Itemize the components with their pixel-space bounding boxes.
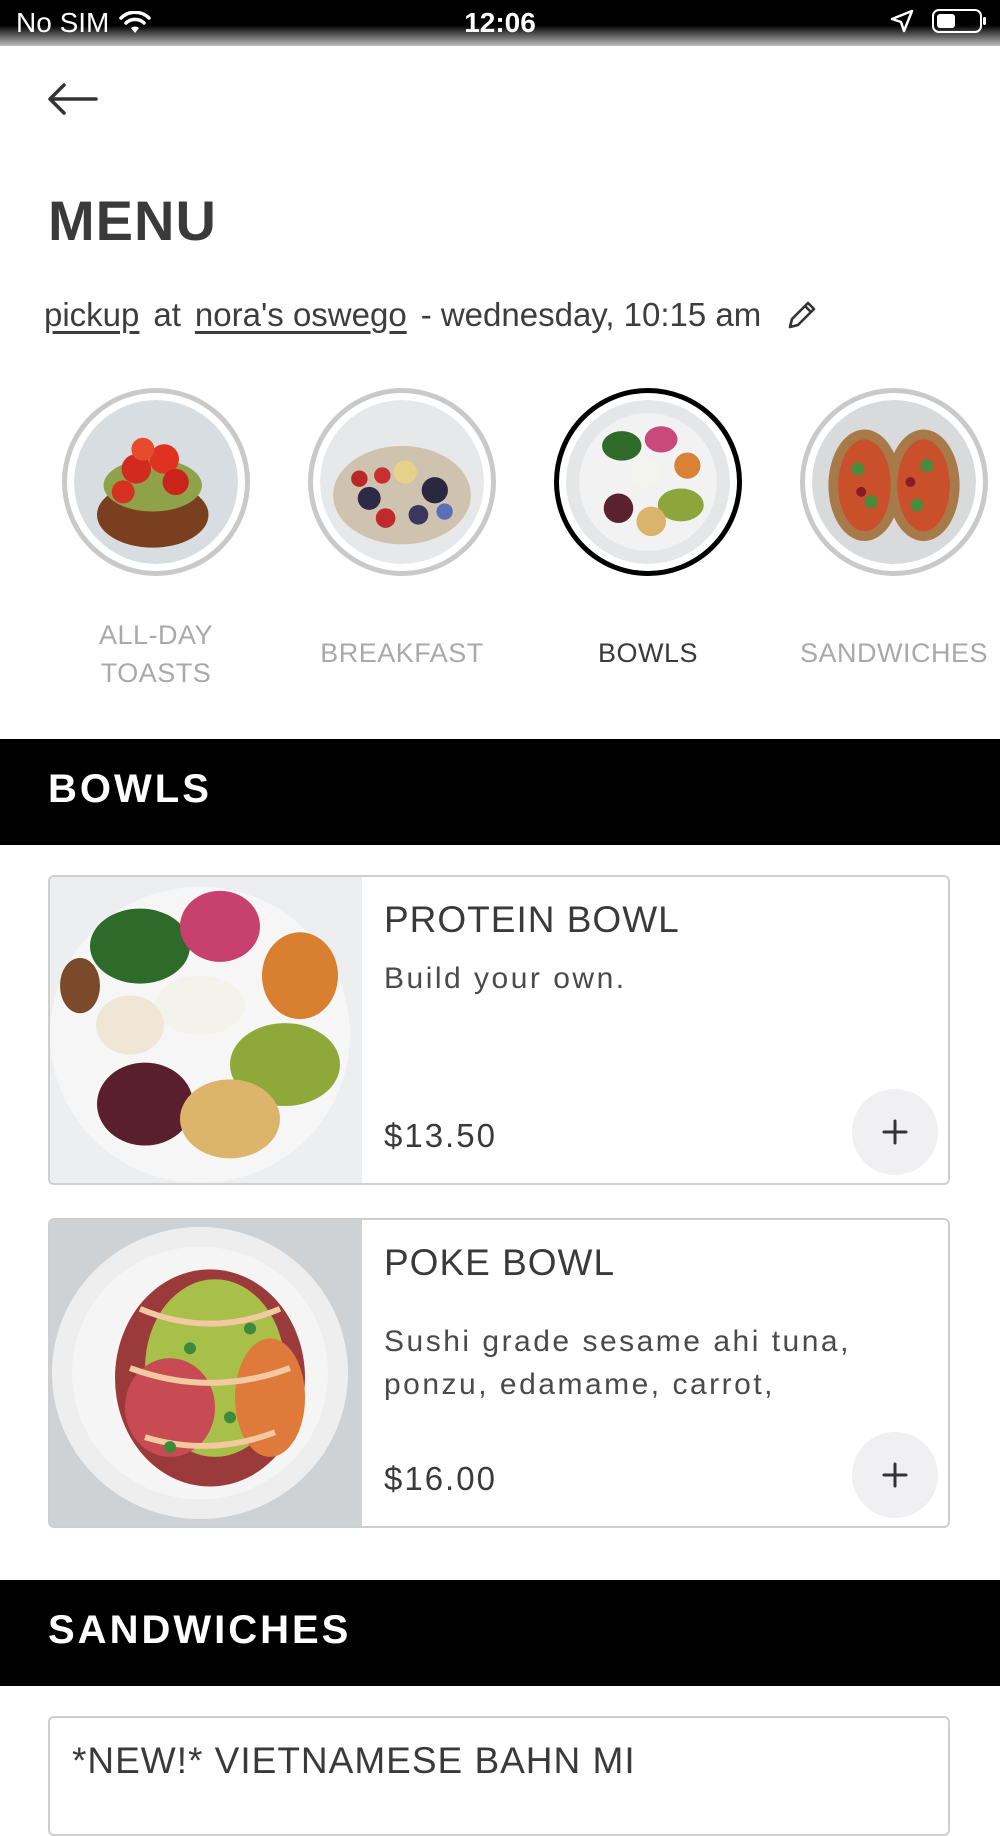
clock: 12:06 xyxy=(464,7,536,38)
breakfast-photo xyxy=(320,400,484,564)
category-image-ring xyxy=(62,388,250,576)
category-label: BOWLS xyxy=(550,634,746,672)
order-details: pickup at nora's oswego - wednesday, 10:… xyxy=(44,296,819,334)
item-price: $13.50 xyxy=(384,1117,497,1154)
item-name: PROTEIN BOWL xyxy=(384,899,680,940)
protein-bowl-photo xyxy=(50,877,362,1183)
plus-icon xyxy=(882,1462,908,1488)
order-time-text: - wednesday, 10:15 am xyxy=(420,296,762,333)
section-header-sandwiches: SANDWICHES xyxy=(0,1580,1000,1686)
category-label: ALL-DAY TOASTS xyxy=(58,616,254,692)
menu-item-protein-bowl[interactable]: PROTEIN BOWL Build your own. $13.50 xyxy=(48,875,950,1185)
category-label-line: ALL-DAY TOASTS xyxy=(98,620,214,688)
menu-item-vietnamese-bahn-mi[interactable]: *NEW!* VIETNAMESE BAHN MI xyxy=(48,1716,950,1836)
poke-bowl-photo xyxy=(50,1220,362,1526)
category-label-line: SANDWICHES xyxy=(799,638,988,668)
category-bowls[interactable]: BOWLS xyxy=(550,388,746,672)
category-label-line: BOWLS xyxy=(597,638,699,668)
status-right xyxy=(890,9,986,33)
item-description: Sushi grade sesame ahi tuna, ponzu, edam… xyxy=(384,1325,851,1401)
category-image-ring xyxy=(554,388,742,576)
category-all-day-toasts[interactable]: ALL-DAY TOASTS xyxy=(58,388,254,692)
category-label-line: BREAKFAST xyxy=(320,638,484,668)
category-image-ring xyxy=(308,388,496,576)
back-arrow-icon[interactable] xyxy=(46,82,98,116)
add-item-button[interactable] xyxy=(852,1432,938,1518)
pencil-icon[interactable] xyxy=(785,298,819,332)
menu-item-poke-bowl[interactable]: POKE BOWL Sushi grade sesame ahi tuna, p… xyxy=(48,1218,950,1528)
order-mode-link[interactable]: pickup xyxy=(44,296,139,334)
order-at-text: at xyxy=(153,296,181,333)
item-name: POKE BOWL xyxy=(384,1242,616,1283)
status-bar: No SIM 12:06 xyxy=(0,0,1000,46)
category-breakfast[interactable]: BREAKFAST xyxy=(304,388,500,672)
bowls-photo xyxy=(566,400,730,564)
toast-photo xyxy=(74,400,238,564)
plus-icon xyxy=(882,1119,908,1145)
category-sandwiches[interactable]: SANDWICHES xyxy=(796,388,992,672)
page-title: MENU xyxy=(48,189,217,252)
category-label: BREAKFAST xyxy=(304,634,500,672)
location-arrow-icon xyxy=(890,9,914,33)
item-description: Build your own. xyxy=(384,962,627,995)
location-link[interactable]: nora's oswego xyxy=(195,296,407,334)
item-name: *NEW!* VIETNAMESE BAHN MI xyxy=(72,1740,636,1781)
category-label: SANDWICHES xyxy=(796,634,992,672)
battery-icon xyxy=(932,9,986,33)
section-title: SANDWICHES xyxy=(48,1608,352,1652)
add-item-button[interactable] xyxy=(852,1089,938,1175)
section-header-bowls: BOWLS xyxy=(0,739,1000,845)
item-price: $16.00 xyxy=(384,1460,497,1497)
section-title: BOWLS xyxy=(48,767,212,811)
sandwiches-photo xyxy=(812,400,976,564)
category-image-ring xyxy=(800,388,988,576)
